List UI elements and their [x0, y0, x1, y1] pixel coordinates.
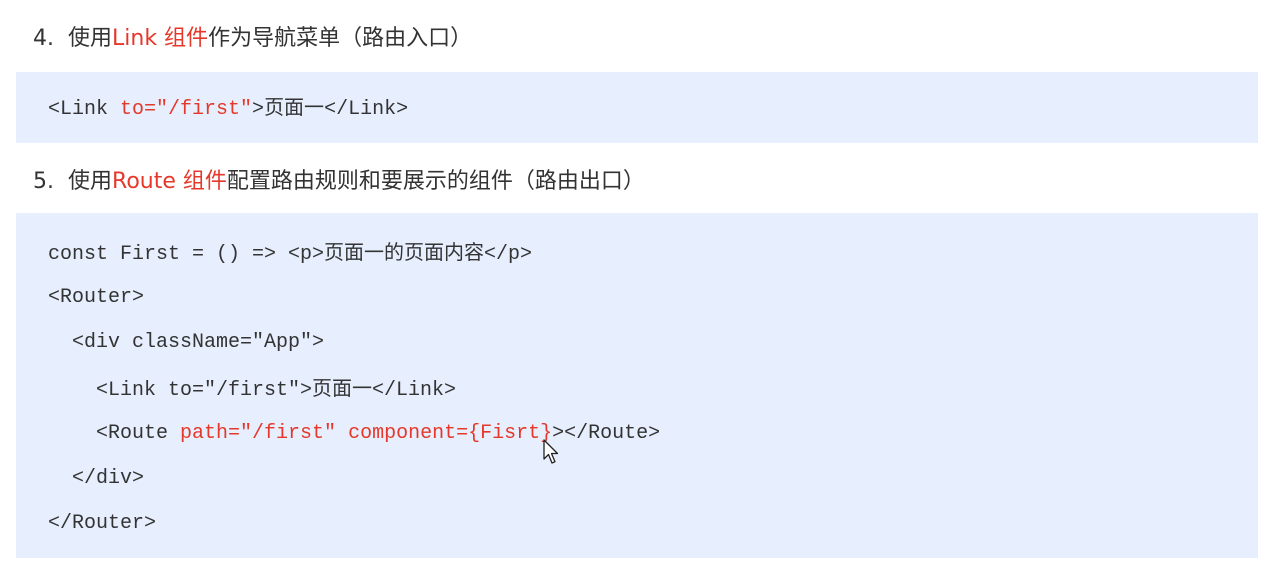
- code-tag-open: <Link: [48, 98, 121, 121]
- mouse-cursor-icon: [543, 439, 559, 464]
- code-text: const First = () => <p>: [48, 243, 325, 266]
- code-text: 页面一: [264, 95, 325, 119]
- step-highlight: Link 组件: [112, 26, 209, 51]
- step-4-heading: 4. 使用Link 组件作为导航菜单（路由入口）: [33, 24, 472, 54]
- step-5-heading: 5. 使用Route 组件配置路由规则和要展示的组件（路由出口）: [33, 167, 645, 197]
- code-tag-open: <Route: [48, 422, 181, 445]
- code-line: </Router>: [48, 512, 157, 535]
- code-attr-component: component={Fisrt}: [348, 422, 553, 445]
- code-attr-to: to="/first": [120, 98, 253, 121]
- step-number: 5.: [33, 169, 54, 194]
- code-line: </div>: [48, 467, 145, 490]
- step-highlight: Route 组件: [112, 169, 227, 194]
- code-cjk-text: 页面一的页面内容: [324, 240, 485, 264]
- code-line: <Route path="/first" component={Fisrt}><…: [48, 420, 660, 448]
- code-line: const First = () => <p>页面一的页面内容</p>: [48, 238, 532, 269]
- step-prefix: 使用: [68, 26, 113, 51]
- step-number: 4.: [33, 26, 54, 51]
- code-tag-close: </Link>: [372, 379, 457, 402]
- code-tag-close: </p>: [484, 243, 533, 266]
- code-text: <Link to="/first">: [48, 379, 313, 402]
- code-tag-close: </Link>: [324, 98, 409, 121]
- code-bracket: >: [252, 98, 265, 121]
- code-line: <Link to="/first">页面一</Link>: [48, 374, 456, 405]
- code-tag-close: ></Route>: [552, 422, 661, 445]
- code-line: <Link to="/first">页面一</Link>: [48, 93, 408, 124]
- step-suffix: 作为导航菜单（路由入口）: [208, 26, 473, 51]
- code-line: <div className="App">: [48, 331, 325, 354]
- code-line: <Router>: [48, 286, 145, 309]
- step-suffix: 配置路由规则和要展示的组件（路由出口）: [226, 169, 645, 194]
- code-cjk-text: 页面一: [312, 376, 373, 400]
- step-prefix: 使用: [68, 169, 113, 194]
- code-attr-path: path="/first": [180, 422, 337, 445]
